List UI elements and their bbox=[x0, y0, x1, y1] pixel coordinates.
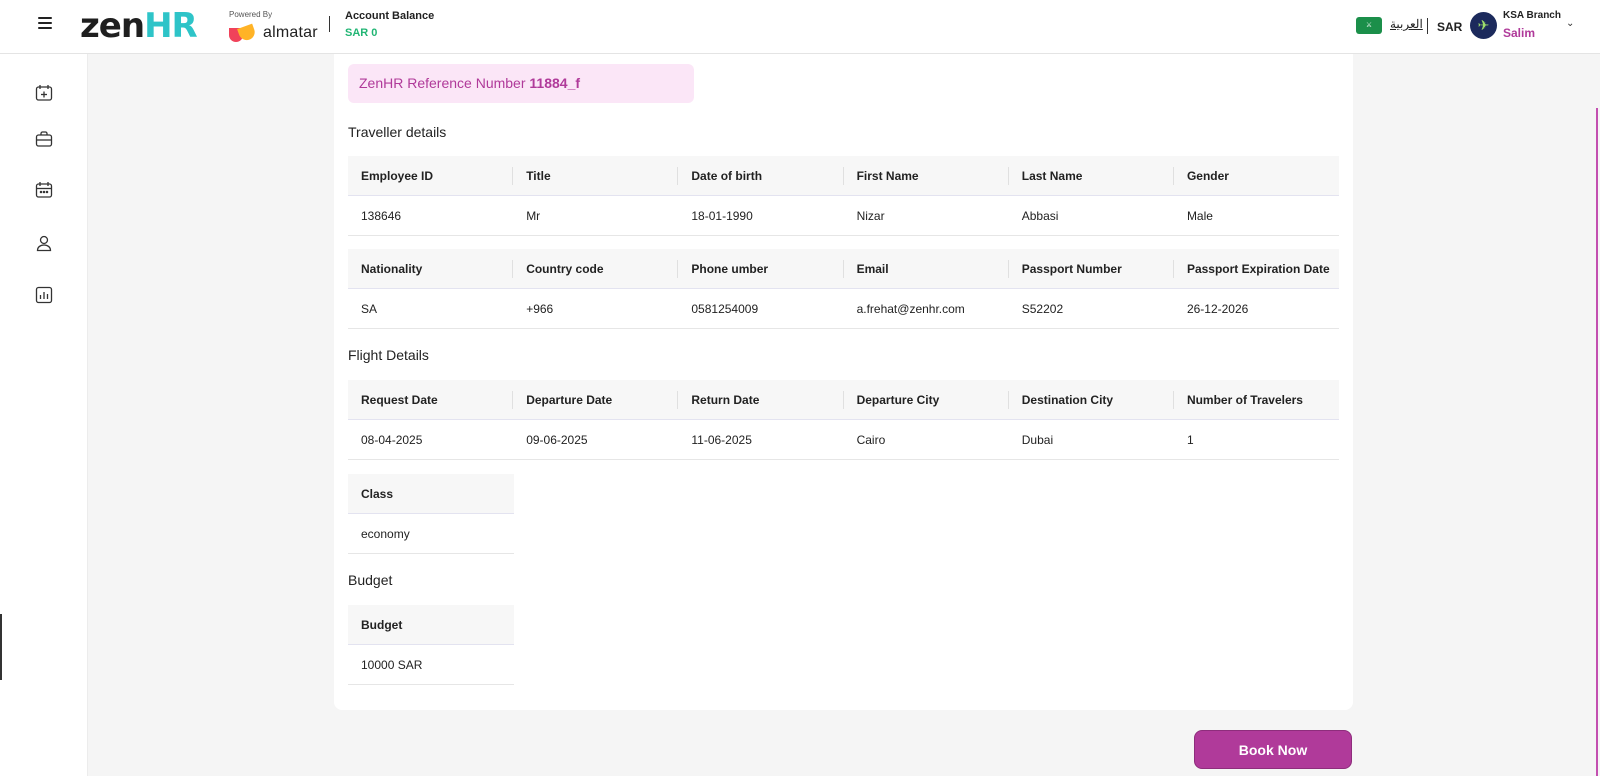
table-cell: Abbasi bbox=[1021, 208, 1059, 223]
table-row: 138646 Mr 18-01-1990 Nizar Abbasi Male bbox=[348, 196, 1339, 236]
table-cell: 10000 SAR bbox=[361, 657, 423, 672]
table-cell: 08-04-2025 bbox=[361, 432, 423, 447]
chevron-down-icon[interactable]: ⌄ bbox=[1566, 18, 1574, 29]
currency-label[interactable]: SAR bbox=[1437, 20, 1462, 34]
traveller-table-1: Employee ID Title Date of birth First Na… bbox=[348, 156, 1339, 236]
briefcase-icon[interactable] bbox=[35, 130, 53, 148]
budget-table: Budget 10000 SAR bbox=[348, 605, 514, 685]
traveller-details-title: Traveller details bbox=[348, 124, 447, 140]
table-cell: Mr bbox=[526, 208, 541, 223]
table-cell: 26-12-2026 bbox=[1186, 301, 1249, 316]
saudi-flag-icon: ⚔ bbox=[1356, 17, 1382, 34]
reference-label: ZenHR Reference Number bbox=[359, 75, 526, 91]
almatar-mark-icon bbox=[229, 23, 259, 43]
header-cell: First Name bbox=[844, 156, 1009, 195]
class-table: Class economy bbox=[348, 474, 514, 554]
account-balance-value: SAR 0 bbox=[345, 27, 378, 39]
header-cell: Departure City bbox=[844, 380, 1009, 419]
table-cell: +966 bbox=[526, 301, 554, 316]
account-balance-label: Account Balance bbox=[345, 10, 435, 22]
sidebar-edge-marker bbox=[0, 614, 2, 680]
table-cell: Cairo bbox=[856, 432, 886, 447]
user-icon[interactable] bbox=[35, 234, 53, 252]
header-cell: Budget bbox=[361, 617, 403, 632]
calendar-add-icon[interactable] bbox=[35, 84, 53, 102]
table-cell: economy bbox=[361, 526, 410, 541]
header-cell: Title bbox=[513, 156, 679, 195]
branch-avatar[interactable]: ✈ bbox=[1470, 12, 1497, 39]
scroll-accent bbox=[1596, 108, 1598, 776]
budget-title: Budget bbox=[348, 572, 393, 588]
menu-icon[interactable] bbox=[38, 17, 52, 31]
table-cell: 09-06-2025 bbox=[526, 432, 588, 447]
table-cell: 138646 bbox=[361, 208, 402, 223]
table-cell: 11-06-2025 bbox=[691, 432, 752, 447]
reports-chart-icon[interactable] bbox=[35, 286, 53, 304]
table-header-row: Budget bbox=[348, 605, 514, 645]
header-cell: Passport Expiration Date bbox=[1186, 261, 1330, 276]
table-cell: Nizar bbox=[856, 208, 885, 223]
header-cell: Date of birth bbox=[678, 156, 844, 195]
header-divider bbox=[329, 16, 330, 32]
table-header-row: Nationality Country code Phone umber Ema… bbox=[348, 249, 1339, 289]
header-cell: Nationality bbox=[348, 249, 514, 288]
branch-name: KSA Branch bbox=[1503, 10, 1561, 21]
table-header-row: Employee ID Title Date of birth First Na… bbox=[348, 156, 1339, 196]
table-row: 10000 SAR bbox=[348, 645, 514, 685]
header-cell: Class bbox=[361, 486, 394, 501]
table-row: economy bbox=[348, 514, 514, 554]
user-name[interactable]: Salim bbox=[1503, 26, 1535, 40]
header-cell: Country code bbox=[513, 249, 679, 288]
flight-details-title: Flight Details bbox=[348, 347, 429, 363]
reference-value: 11884_f bbox=[529, 75, 581, 91]
booking-summary-card: ZenHR Reference Number 11884_f Traveller… bbox=[334, 54, 1353, 710]
header-cell: Passport Number bbox=[1009, 249, 1175, 288]
header-cell: Return Date bbox=[678, 380, 844, 419]
language-switch-link[interactable]: العربية bbox=[1390, 17, 1423, 31]
header-divider bbox=[1427, 18, 1428, 34]
table-cell: S52202 bbox=[1021, 301, 1064, 316]
header-cell: Destination City bbox=[1009, 380, 1175, 419]
book-now-button[interactable]: Book Now bbox=[1194, 730, 1352, 769]
flight-table: Request Date Departure Date Return Date … bbox=[348, 380, 1339, 460]
almatar-logo: almatar bbox=[229, 22, 318, 44]
top-header: zenHR Powered By almatar Account Balance… bbox=[0, 0, 1600, 54]
header-cell: Gender bbox=[1186, 168, 1229, 183]
table-cell: a.frehat@zenhr.com bbox=[856, 301, 965, 316]
header-cell: Number of Travelers bbox=[1186, 392, 1303, 407]
header-cell: Phone umber bbox=[678, 249, 844, 288]
sidebar bbox=[0, 54, 88, 776]
reference-number-box: ZenHR Reference Number 11884_f bbox=[348, 64, 694, 103]
table-cell: 1 bbox=[1186, 432, 1194, 447]
header-cell: Last Name bbox=[1009, 156, 1175, 195]
table-row: SA +966 0581254009 a.frehat@zenhr.com S5… bbox=[348, 289, 1339, 329]
table-cell: Male bbox=[1186, 208, 1213, 223]
header-cell: Employee ID bbox=[348, 156, 514, 195]
table-cell: Dubai bbox=[1021, 432, 1054, 447]
zenhr-logo[interactable]: zenHR bbox=[80, 6, 198, 46]
header-cell: Request Date bbox=[348, 380, 514, 419]
table-cell: 0581254009 bbox=[691, 301, 759, 316]
table-header-row: Class bbox=[348, 474, 514, 514]
calendar-icon[interactable] bbox=[35, 181, 53, 199]
powered-by-label: Powered By bbox=[229, 10, 273, 19]
table-cell: SA bbox=[361, 301, 378, 316]
traveller-table-2: Nationality Country code Phone umber Ema… bbox=[348, 249, 1339, 329]
table-header-row: Request Date Departure Date Return Date … bbox=[348, 380, 1339, 420]
table-cell: 18-01-1990 bbox=[691, 208, 753, 223]
header-cell: Departure Date bbox=[513, 380, 679, 419]
header-cell: Email bbox=[844, 249, 1009, 288]
table-row: 08-04-2025 09-06-2025 11-06-2025 Cairo D… bbox=[348, 420, 1339, 460]
